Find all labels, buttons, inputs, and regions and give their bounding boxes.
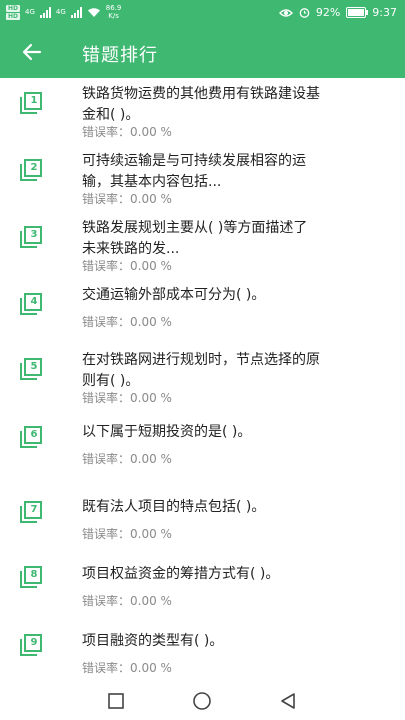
rank-badge: 1 [19,92,43,114]
question-text: 既有法人项目的特点包括( )。 [82,499,266,515]
battery-percent: 92% [315,6,341,19]
rank-badge: 9 [19,634,43,656]
error-rate: 错误率：0.00 % [82,259,172,273]
list-item-2[interactable]: 2 可持续运输是与可持续发展相容的运 输，其基本内容包括... 错误率：0.00… [0,145,405,212]
rank-badge: 8 [19,566,43,588]
system-nav-bar [0,682,405,720]
hd-indicators: HD HD [6,4,21,20]
question-text: 交通运输外部成本可分为( )。 [82,287,266,303]
error-rate: 错误率：0.00 % [82,527,172,541]
battery-icon [346,7,369,18]
rank-badge: 3 [19,226,43,248]
back-arrow-icon[interactable] [20,40,44,64]
alarm-icon [299,8,310,18]
rank-number: 7 [30,504,38,515]
hd-badge-2: HD [6,12,21,20]
error-rate: 错误率：0.00 % [82,661,172,675]
rank-badge: 2 [19,159,43,181]
question-text: 铁路货物运费的其他费用有铁路建设基 金和( )。 [82,86,320,123]
question-text: 以下属于短期投资的是( )。 [82,424,252,440]
network-type-2: 4G [55,8,66,16]
question-text: 铁路发展规划主要从( )等方面描述了 未来铁路的发... [82,220,308,257]
rank-badge: 5 [19,358,43,380]
list-item-5[interactable]: 5 在对铁路网进行规划时，节点选择的原 则有( )。 错误率：0.00 % [0,336,405,412]
rank-number: 1 [30,95,38,106]
wrong-question-list: 1 铁路货物运费的其他费用有铁路建设基 金和( )。 错误率：0.00 % 2 … [0,78,405,682]
hd-badge-1: HD [6,4,21,12]
status-right: 92% 9:37 [278,6,397,19]
list-item-7[interactable]: 7 既有法人项目的特点包括( )。 错误率：0.00 % [0,478,405,545]
error-rate: 错误率：0.00 % [82,192,172,206]
status-left: HD HD 4G 4G 86.9 K/s [6,4,121,20]
list-item-3[interactable]: 3 铁路发展规划主要从( )等方面描述了 未来铁路的发... 错误率：0.00 … [0,212,405,279]
question-text: 项目权益资金的筹措方式有( )。 [82,566,280,582]
home-icon[interactable] [192,691,212,711]
wifi-icon [87,7,100,17]
rank-number: 8 [30,569,38,580]
rank-badge: 4 [19,293,43,315]
list-item-4[interactable]: 4 交通运输外部成本可分为( )。 错误率：0.00 % [0,279,405,336]
rank-badge: 6 [19,426,43,448]
rank-number: 9 [30,637,38,648]
question-text: 项目融资的类型有( )。 [82,633,224,649]
error-rate: 错误率：0.00 % [82,315,172,329]
rank-number: 4 [30,296,38,307]
recent-apps-icon[interactable] [106,691,126,711]
list-item-9[interactable]: 9 项目融资的类型有( )。 错误率：0.00 % [0,612,405,682]
question-text: 在对铁路网进行规划时，节点选择的原 则有( )。 [82,352,320,389]
network-speed: 86.9 K/s [105,4,122,20]
question-text: 可持续运输是与可持续发展相容的运 输，其基本内容包括... [82,153,306,190]
status-bar: HD HD 4G 4G 86.9 K/s 92% 9:37 [0,0,405,28]
app-bar: 错题排行 [0,28,405,78]
signal-icon-2 [70,6,82,18]
rank-number: 5 [30,361,38,372]
rank-number: 6 [30,429,38,440]
status-time: 9:37 [372,6,397,19]
back-triangle-icon[interactable] [278,691,298,711]
list-item-1[interactable]: 1 铁路货物运费的其他费用有铁路建设基 金和( )。 错误率：0.00 % [0,78,405,145]
list-item-8[interactable]: 8 项目权益资金的筹措方式有( )。 错误率：0.00 % [0,545,405,612]
page-title: 错题排行 [82,45,158,66]
error-rate: 错误率：0.00 % [82,452,172,466]
list-item-6[interactable]: 6 以下属于短期投资的是( )。 错误率：0.00 % [0,412,405,478]
eye-icon [278,8,293,17]
rank-number: 2 [30,162,38,173]
signal-icon-1 [39,6,51,18]
network-type-1: 4G [25,8,35,16]
rank-badge: 7 [19,501,43,523]
rank-number: 3 [30,229,38,240]
error-rate: 错误率：0.00 % [82,594,172,608]
error-rate: 错误率：0.00 % [82,125,172,139]
error-rate: 错误率：0.00 % [82,391,172,405]
